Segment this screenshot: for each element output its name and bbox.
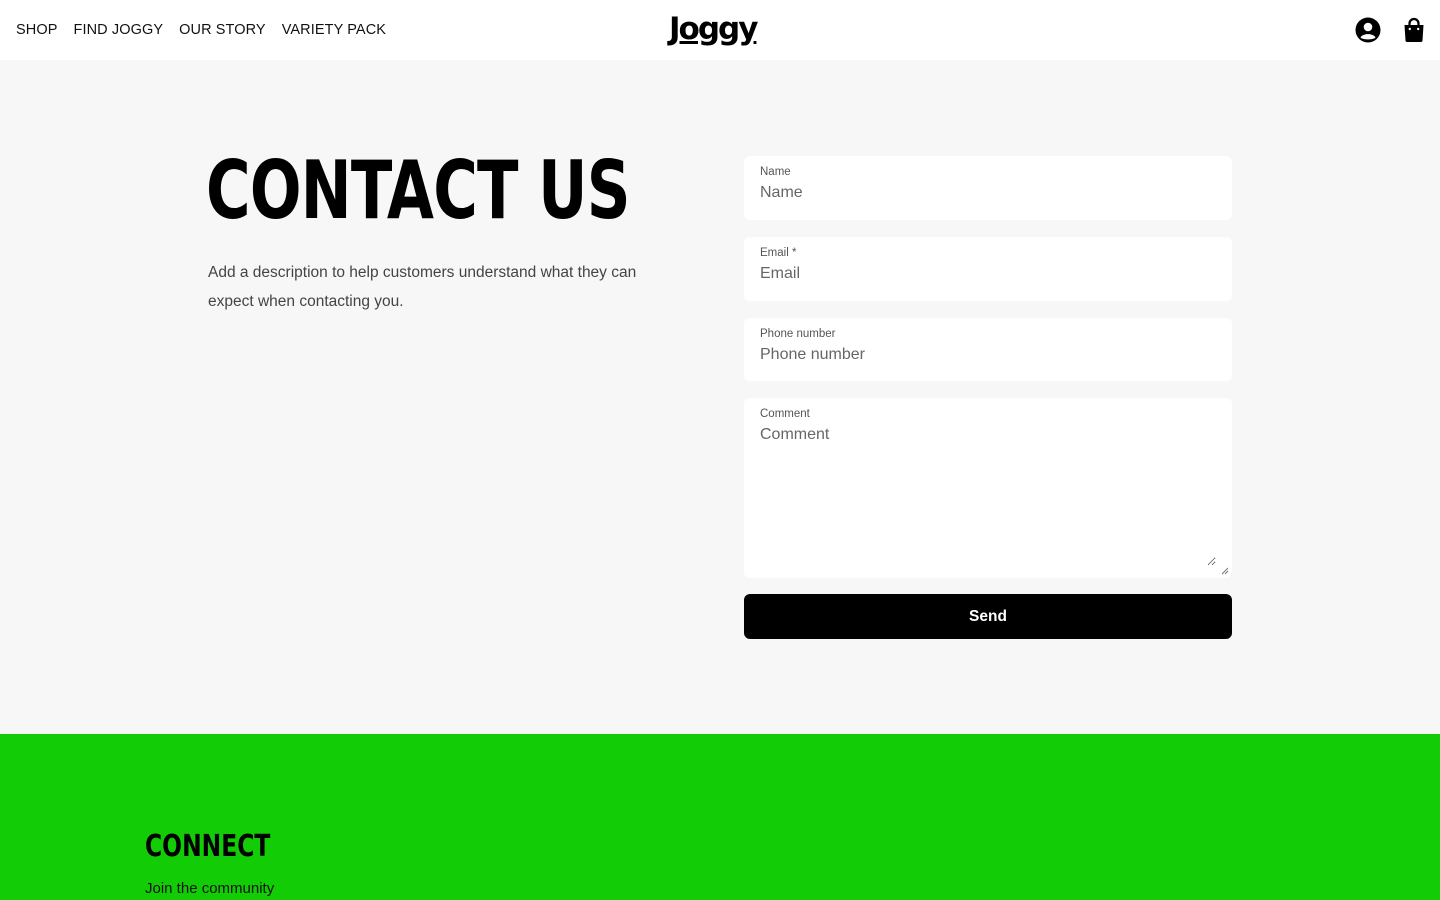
joggy-logo[interactable]: Joggy [669, 9, 771, 49]
email-field: Email * [744, 237, 1232, 301]
nav-our-story[interactable]: OUR STORY [179, 22, 266, 38]
name-field: Name [744, 156, 1232, 220]
footer-connect-section: CONNECT Join the community [0, 734, 1440, 900]
email-input[interactable] [760, 265, 1216, 283]
cart-icon[interactable] [1400, 16, 1428, 44]
nav-shop[interactable]: SHOP [16, 22, 58, 38]
nav-find-joggy[interactable]: FIND JOGGY [74, 22, 164, 38]
connect-heading: CONNECT [145, 829, 271, 864]
account-icon[interactable] [1354, 16, 1382, 44]
resize-handle-icon[interactable] [1221, 567, 1229, 575]
page-description: Add a description to help customers unde… [208, 264, 637, 310]
site-header: SHOP FIND JOGGY OUR STORY VARIETY PACK J… [0, 0, 1440, 60]
name-input[interactable] [760, 184, 1216, 202]
comment-label: Comment [760, 408, 810, 420]
phone-label: Phone number [760, 328, 836, 340]
page-title: CONTACT US [206, 144, 631, 237]
send-button[interactable]: Send [744, 594, 1232, 639]
email-label: Email * [760, 247, 797, 259]
nav-variety-pack[interactable]: VARIETY PACK [282, 22, 386, 38]
join-community-text: Join the community [145, 880, 275, 897]
name-label: Name [760, 166, 791, 178]
phone-field: Phone number [744, 318, 1232, 381]
phone-input[interactable] [760, 346, 1216, 364]
comment-textarea[interactable] [760, 426, 1216, 566]
main-nav: SHOP FIND JOGGY OUR STORY VARIETY PACK [16, 0, 402, 60]
comment-field: Comment [744, 398, 1232, 578]
